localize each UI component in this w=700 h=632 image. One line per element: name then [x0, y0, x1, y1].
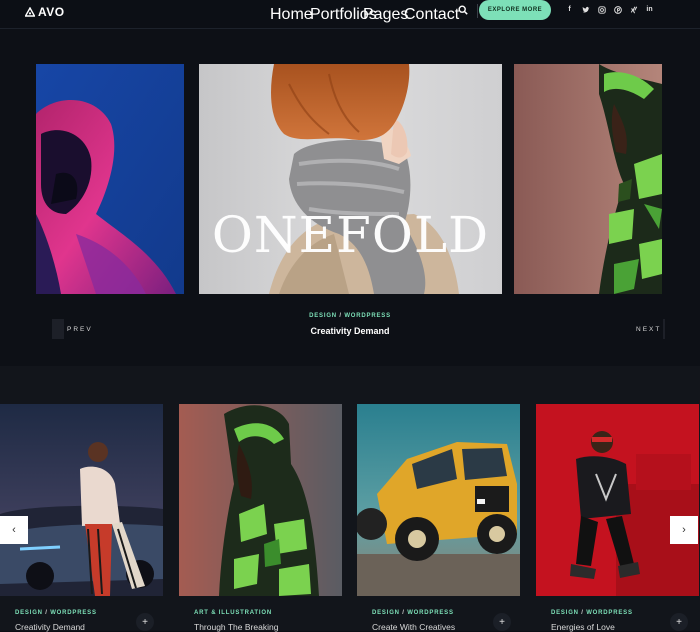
hooded-figure-image	[36, 64, 184, 294]
hero-categories: DESIGN / WORDPRESS	[0, 313, 700, 319]
hero-slider: ONEFOLD PREV DESIGN / WORDPRESS Creativi…	[0, 29, 700, 366]
instagram-icon[interactable]	[597, 5, 606, 14]
portfolio-card-image-4[interactable]	[536, 404, 699, 596]
man-on-red-background-image	[536, 404, 699, 596]
search-icon[interactable]	[458, 5, 468, 15]
hero-slide-title[interactable]: Creativity Demand	[0, 326, 700, 336]
portfolio-card-image-2[interactable]	[179, 404, 342, 596]
pinterest-icon[interactable]	[613, 5, 622, 14]
man-with-car-image	[0, 404, 163, 596]
card-1-categories: DESIGN / WORDPRESS	[15, 610, 97, 616]
site-logo[interactable]: AVO	[25, 5, 65, 19]
category-separator: /	[581, 610, 584, 616]
hero-slide-left-image[interactable]	[36, 64, 184, 294]
hero-next-button[interactable]: NEXT	[636, 319, 666, 339]
category-separator: /	[402, 610, 405, 616]
card-1-plus-button[interactable]: +	[136, 613, 154, 631]
hero-overlay-title: ONEFOLD	[211, 206, 490, 264]
card-4-category-design[interactable]: DESIGN	[551, 610, 579, 616]
card-4-plus-button[interactable]: +	[670, 613, 688, 631]
nav-item-pages[interactable]: Pages	[363, 6, 408, 24]
hero-slide-center-image[interactable]: ONEFOLD	[199, 64, 502, 294]
facebook-icon[interactable]: f	[565, 5, 574, 14]
xing-icon[interactable]	[629, 5, 638, 14]
card-1-category-design[interactable]: DESIGN	[15, 610, 43, 616]
carousel-next-button[interactable]: ›	[670, 516, 698, 544]
card-4-category-wordpress[interactable]: WORDPRESS	[586, 610, 633, 616]
category-separator: /	[45, 610, 48, 616]
card-3-categories: DESIGN / WORDPRESS	[372, 610, 454, 616]
card-1-category-wordpress[interactable]: WORDPRESS	[50, 610, 97, 616]
category-separator: /	[339, 313, 342, 319]
nav-item-contact[interactable]: Contact	[404, 6, 459, 24]
card-3-category-wordpress[interactable]: WORDPRESS	[407, 610, 454, 616]
portfolio-card-image-3[interactable]	[357, 404, 520, 596]
carousel-prev-button[interactable]: ‹	[0, 516, 28, 544]
portfolio-card-image-1[interactable]	[0, 404, 163, 596]
card-2-categories: ART & ILLUSTRATION	[194, 610, 272, 616]
twitter-icon[interactable]	[581, 5, 590, 14]
yellow-jeep-image	[357, 404, 520, 596]
nav-item-home[interactable]: Home	[270, 6, 313, 24]
card-4-categories: DESIGN / WORDPRESS	[551, 610, 633, 616]
explore-more-button[interactable]: EXPLORE MORE	[479, 0, 551, 20]
card-3-plus-button[interactable]: +	[493, 613, 511, 631]
portfolio-carousel: ‹ › DESIGN / WORDPRESS Creativity Demand…	[0, 366, 700, 632]
camo-hoodie-portrait-image	[179, 404, 342, 596]
logo-text: AVO	[38, 5, 65, 19]
hero-category-wordpress[interactable]: WORDPRESS	[344, 313, 391, 319]
card-3-category-design[interactable]: DESIGN	[372, 610, 400, 616]
hero-slide-right-image[interactable]	[514, 64, 662, 294]
social-links: f in	[565, 5, 654, 14]
top-navbar: AVO Home Portfolios Pages Contact EXPLOR…	[0, 0, 700, 29]
logo-icon	[25, 7, 35, 17]
linkedin-icon[interactable]: in	[645, 5, 654, 14]
nav-divider	[477, 4, 478, 18]
camo-hoodie-man-image	[514, 64, 662, 294]
hero-category-design[interactable]: DESIGN	[309, 313, 337, 319]
card-2-category-art-illustration[interactable]: ART & ILLUSTRATION	[194, 610, 272, 616]
